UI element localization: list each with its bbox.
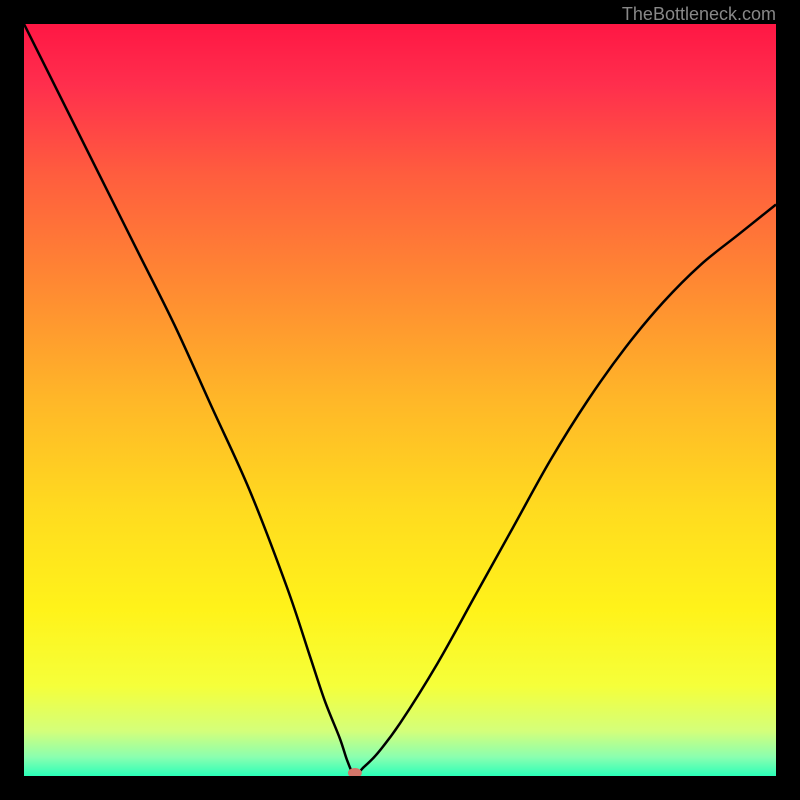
plot-area: [24, 24, 776, 776]
chart-container: TheBottleneck.com: [0, 0, 800, 800]
watermark-text: TheBottleneck.com: [622, 4, 776, 25]
gradient-background: [24, 24, 776, 776]
chart-svg: [24, 24, 776, 776]
